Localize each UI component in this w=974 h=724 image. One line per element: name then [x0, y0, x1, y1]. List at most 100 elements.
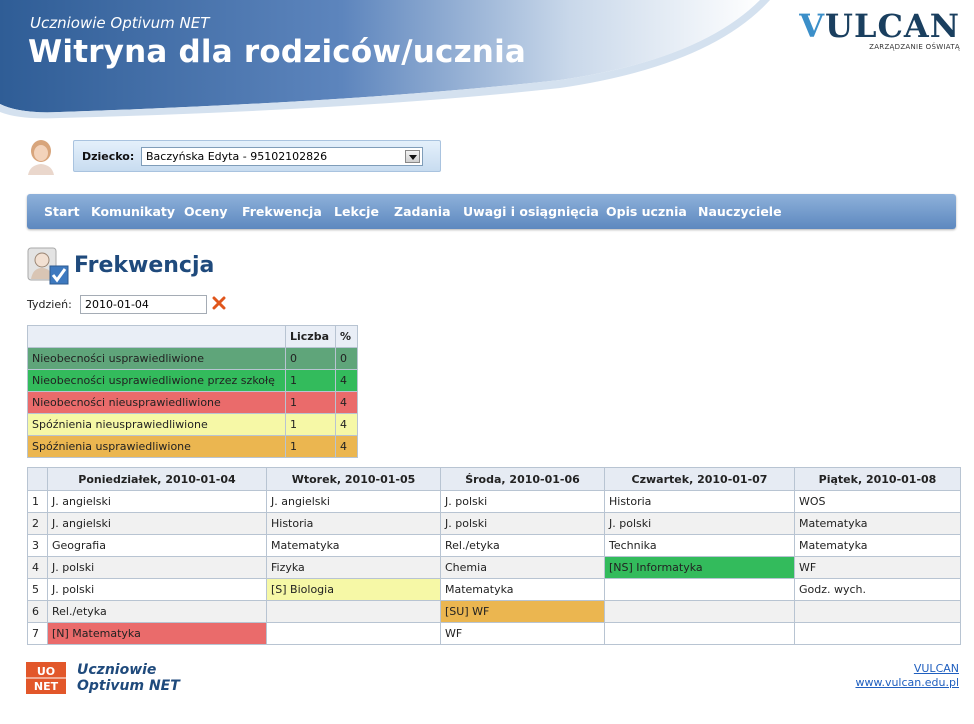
lesson-cell: Chemia	[440, 556, 605, 579]
chevron-down-icon[interactable]	[405, 150, 420, 163]
week-header-day: Piątek, 2010-01-08	[794, 467, 961, 491]
lesson-number: 4	[27, 556, 48, 579]
summary-label: Spóźnienia usprawiedliwione	[27, 435, 286, 458]
uonet-logo: UO NET	[26, 662, 66, 694]
week-header-lesson-no	[27, 467, 48, 491]
footer-brand: Uczniowie Optivum NET	[77, 662, 180, 694]
week-row: 3 Geografia Matematyka Rel./etyka Technika Ma…	[27, 534, 961, 557]
lesson-cell: J. polski	[47, 556, 267, 579]
lesson-number: 2	[27, 512, 48, 535]
summary-row: Nieobecności nieusprawiedliwione 1 4	[27, 391, 358, 414]
lesson-number: 3	[27, 534, 48, 557]
vulcan-logo-word: VULCAN	[799, 7, 960, 45]
week-header-day: Czwartek, 2010-01-07	[604, 467, 795, 491]
week-header-day: Poniedziałek, 2010-01-04	[47, 467, 267, 491]
lesson-cell	[794, 622, 961, 645]
week-date-input[interactable]	[80, 295, 207, 314]
week-row: 4 J. polski Fizyka Chemia [NS] Informatyka WF	[27, 556, 961, 579]
weekly-attendance-table: Poniedziałek, 2010-01-04 Wtorek, 2010-01…	[27, 467, 961, 645]
week-row: 6 Rel./etyka [SU] WF	[27, 600, 961, 623]
lesson-cell: [NS] Informatyka	[604, 556, 795, 579]
clear-icon[interactable]	[212, 296, 226, 310]
lesson-cell: J. angielski	[47, 490, 267, 513]
student-avatar	[24, 137, 58, 175]
summary-pct: 4	[335, 369, 358, 392]
summary-row: Nieobecności usprawiedliwione przez szko…	[27, 369, 358, 392]
lesson-cell: WOS	[794, 490, 961, 513]
attendance-summary-table: Liczba % Nieobecności usprawiedliwione 0…	[27, 325, 358, 458]
summary-row: Nieobecności usprawiedliwione 0 0	[27, 347, 358, 370]
lesson-cell: [S] Biologia	[266, 578, 441, 601]
lesson-cell: Matematyka	[440, 578, 605, 601]
summary-count: 1	[285, 435, 336, 458]
lesson-cell: Matematyka	[794, 512, 961, 535]
main-nav: Start Komunikaty Oceny Frekwencja Lekcje…	[27, 194, 956, 229]
summary-label: Nieobecności usprawiedliwione	[27, 347, 286, 370]
page-title: Frekwencja	[74, 253, 215, 278]
nav-item-frekwencja[interactable]: Frekwencja	[242, 204, 322, 219]
summary-count: 1	[285, 369, 336, 392]
page-header: Uczniowie Optivum NET Witryna dla rodzic…	[0, 0, 974, 120]
lesson-cell: [N] Matematyka	[47, 622, 267, 645]
lesson-cell: Godz. wych.	[794, 578, 961, 601]
lesson-cell: J. angielski	[266, 490, 441, 513]
lesson-cell	[604, 578, 795, 601]
child-label: Dziecko:	[82, 150, 135, 163]
lesson-number: 1	[27, 490, 48, 513]
summary-label: Spóźnienia nieusprawiedliwione	[27, 413, 286, 436]
lesson-cell	[794, 600, 961, 623]
lesson-number: 5	[27, 578, 48, 601]
week-row: 5 J. polski [S] Biologia Matematyka Godz. wy…	[27, 578, 961, 601]
lesson-cell: [SU] WF	[440, 600, 605, 623]
nav-item-komunikaty[interactable]: Komunikaty	[91, 204, 175, 219]
week-header-day: Środa, 2010-01-06	[440, 467, 605, 491]
lesson-cell: J. polski	[47, 578, 267, 601]
summary-count: 0	[285, 347, 336, 370]
lesson-cell: Historia	[604, 490, 795, 513]
summary-header-row: Liczba %	[27, 325, 358, 348]
footer-brand-line1: Uczniowie	[77, 662, 157, 678]
lesson-cell: Rel./etyka	[47, 600, 267, 623]
nav-item-uwagi[interactable]: Uwagi i osiągnięcia	[463, 204, 599, 219]
app-title: Witryna dla rodziców/ucznia	[28, 34, 527, 70]
vulcan-logo[interactable]: VULCAN ZARZĄDZANIE OŚWIATĄ	[799, 10, 960, 51]
nav-item-zadania[interactable]: Zadania	[394, 204, 451, 219]
child-select[interactable]: Baczyńska Edyta - 95102102826	[141, 147, 423, 166]
summary-label: Nieobecności usprawiedliwione przez szko…	[27, 369, 286, 392]
nav-item-lekcje[interactable]: Lekcje	[334, 204, 379, 219]
lesson-cell: J. polski	[604, 512, 795, 535]
footer-link-vulcan[interactable]: VULCAN	[855, 662, 959, 676]
lesson-cell: Rel./etyka	[440, 534, 605, 557]
week-header-row: Poniedziałek, 2010-01-04 Wtorek, 2010-01…	[27, 467, 961, 491]
lesson-cell: J. angielski	[47, 512, 267, 535]
footer-links: VULCAN www.vulcan.edu.pl	[855, 662, 959, 690]
week-row: 2 J. angielski Historia J. polski J. polski M…	[27, 512, 961, 535]
summary-header-label	[27, 325, 286, 348]
lesson-cell	[266, 600, 441, 623]
summary-row: Spóźnienia nieusprawiedliwione 1 4	[27, 413, 358, 436]
lesson-cell: Geografia	[47, 534, 267, 557]
week-row: 1 J. angielski J. angielski J. polski Histor…	[27, 490, 961, 513]
nav-item-nauczyciele[interactable]: Nauczyciele	[698, 204, 782, 219]
footer-link-website[interactable]: www.vulcan.edu.pl	[855, 676, 959, 690]
lesson-cell: J. polski	[440, 512, 605, 535]
week-body: 1 J. angielski J. angielski J. polski Histor…	[27, 490, 961, 645]
nav-item-oceny[interactable]: Oceny	[184, 204, 228, 219]
nav-item-start[interactable]: Start	[44, 204, 80, 219]
summary-pct: 4	[335, 413, 358, 436]
attendance-icon	[27, 247, 69, 285]
lesson-number: 6	[27, 600, 48, 623]
week-row: 7 [N] Matematyka WF	[27, 622, 961, 645]
footer-brand-line2: Optivum NET	[77, 678, 180, 694]
week-header-day: Wtorek, 2010-01-05	[266, 467, 441, 491]
lesson-cell	[604, 600, 795, 623]
lesson-cell: Matematyka	[794, 534, 961, 557]
lesson-cell: WF	[794, 556, 961, 579]
nav-item-opis-ucznia[interactable]: Opis ucznia	[606, 204, 687, 219]
lesson-number: 7	[27, 622, 48, 645]
lesson-cell: J. polski	[440, 490, 605, 513]
uonet-logo-bottom: NET	[34, 680, 59, 693]
summary-pct: 0	[335, 347, 358, 370]
lesson-cell: Fizyka	[266, 556, 441, 579]
summary-pct: 4	[335, 391, 358, 414]
